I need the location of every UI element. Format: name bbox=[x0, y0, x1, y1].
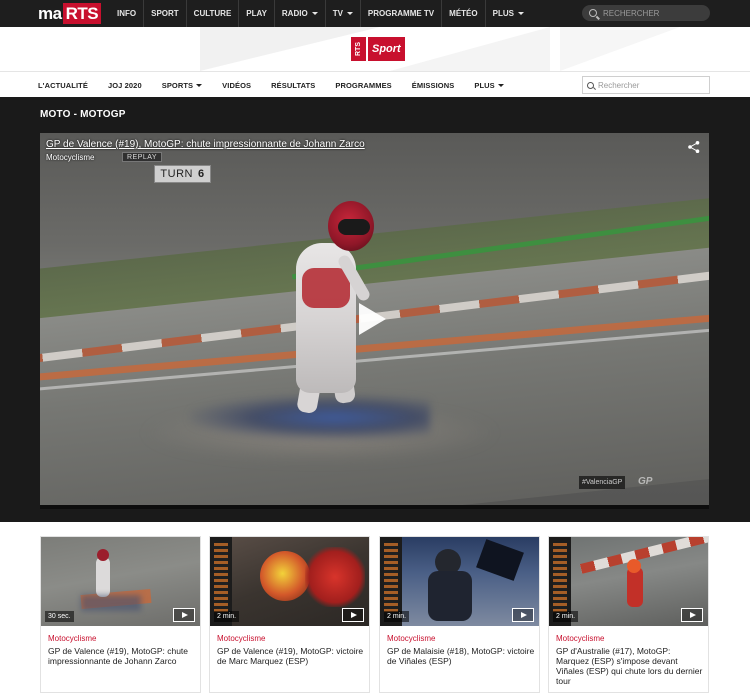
hashtag-overlay: #ValenciaGP bbox=[579, 476, 626, 489]
top-bar: ma RTS INFO SPORT CULTURE PLAY RADIO TV … bbox=[0, 0, 750, 27]
caret-down-icon bbox=[311, 12, 318, 16]
video-card[interactable]: 2 min. Motocyclisme GP de Malaisie (#18)… bbox=[379, 536, 540, 693]
card-title[interactable]: GP d'Australie (#17), MotoGP: Marquez (E… bbox=[556, 646, 704, 686]
nav-sports[interactable]: SPORTS bbox=[162, 81, 203, 90]
top-nav-play[interactable]: PLAY bbox=[238, 0, 274, 27]
sport-search-input[interactable] bbox=[598, 80, 708, 90]
card-title[interactable]: GP de Malaisie (#18), MotoGP: victoire d… bbox=[387, 646, 535, 666]
caret-down-icon bbox=[346, 12, 353, 16]
card-title[interactable]: GP de Valence (#19), MotoGP: chute impre… bbox=[48, 646, 196, 666]
top-nav-tv[interactable]: TV bbox=[324, 0, 360, 27]
video-thumbnail[interactable]: 2 min. bbox=[210, 537, 369, 626]
top-nav: INFO SPORT CULTURE PLAY RADIO TV PROGRAM… bbox=[110, 0, 531, 27]
video-card[interactable]: 2 min. Motocyclisme GP d'Australie (#17)… bbox=[548, 536, 709, 693]
related-videos: 30 sec. Motocyclisme GP de Valence (#19)… bbox=[40, 536, 709, 693]
play-video-icon[interactable] bbox=[173, 608, 195, 622]
sport-logo-sport: Sport bbox=[368, 37, 405, 61]
logo-rts-text: RTS bbox=[62, 3, 102, 24]
share-icon[interactable] bbox=[687, 140, 701, 154]
play-icon[interactable] bbox=[359, 303, 386, 335]
nav-actualite[interactable]: L'ACTUALITÉ bbox=[38, 81, 88, 90]
player-control-bar[interactable] bbox=[40, 505, 709, 509]
search-icon[interactable] bbox=[587, 81, 594, 89]
logo-ma-text: ma bbox=[38, 3, 62, 23]
caret-down-icon bbox=[497, 84, 504, 88]
video-duration: 2 min. bbox=[384, 611, 410, 622]
header-decoration bbox=[390, 27, 550, 71]
nav-programmes[interactable]: PROGRAMMES bbox=[335, 81, 391, 90]
top-nav-radio[interactable]: RADIO bbox=[273, 0, 325, 27]
sport-logo-rts: RTS bbox=[351, 37, 366, 61]
replay-badge: REPLAY bbox=[122, 152, 163, 162]
video-duration: 2 min. bbox=[553, 611, 579, 622]
card-title[interactable]: GP de Valence (#19), MotoGP: victoire de… bbox=[217, 646, 365, 666]
video-thumbnail[interactable]: 2 min. bbox=[380, 537, 539, 626]
video-duration: 30 sec. bbox=[45, 611, 74, 622]
video-thumbnail[interactable]: 2 min. bbox=[549, 537, 708, 626]
video-thumbnail[interactable]: 30 sec. bbox=[41, 537, 200, 626]
card-category[interactable]: Motocyclisme bbox=[217, 634, 265, 643]
nav-joj-2020[interactable]: JOJ 2020 bbox=[108, 81, 142, 90]
caret-down-icon bbox=[517, 12, 524, 16]
video-title[interactable]: GP de Valence (#19), MotoGP: chute impre… bbox=[46, 139, 365, 150]
card-category[interactable]: Motocyclisme bbox=[387, 634, 435, 643]
top-nav-info[interactable]: INFO bbox=[110, 0, 143, 27]
nav-emissions[interactable]: ÉMISSIONS bbox=[412, 81, 455, 90]
play-video-icon[interactable] bbox=[681, 608, 703, 622]
video-player[interactable]: TURN 6 REPLAY GP de Valence (#19), MotoGP… bbox=[40, 133, 709, 509]
video-duration: 2 min. bbox=[214, 611, 240, 622]
search-icon[interactable] bbox=[589, 9, 597, 17]
top-nav-sport[interactable]: SPORT bbox=[143, 0, 186, 27]
play-video-icon[interactable] bbox=[512, 608, 534, 622]
top-nav-meteo[interactable]: MÉTÉO bbox=[441, 0, 484, 27]
sport-header: RTS Sport bbox=[0, 27, 750, 71]
sport-nav: L'ACTUALITÉ JOJ 2020 SPORTS VIDÉOS RÉSUL… bbox=[0, 71, 750, 97]
header-decoration bbox=[560, 27, 680, 71]
top-nav-programme-tv[interactable]: PROGRAMME TV bbox=[359, 0, 441, 27]
video-section: MOTO - MOTOGP TURN 6 REPLAY GP de Valence… bbox=[0, 97, 750, 522]
nav-plus[interactable]: PLUS bbox=[474, 81, 504, 90]
ma-rts-logo[interactable]: ma RTS bbox=[38, 3, 102, 24]
turn-sign: TURN 6 bbox=[154, 165, 211, 183]
rts-sport-logo[interactable]: RTS Sport bbox=[351, 37, 405, 61]
section-title: MOTO - MOTOGP bbox=[40, 109, 126, 120]
video-card[interactable]: 2 min. Motocyclisme GP de Valence (#19),… bbox=[209, 536, 370, 693]
motogp-watermark: GP bbox=[638, 476, 653, 487]
nav-resultats[interactable]: RÉSULTATS bbox=[271, 81, 315, 90]
card-category[interactable]: Motocyclisme bbox=[48, 634, 96, 643]
sport-search-box bbox=[582, 76, 710, 94]
top-search-box bbox=[582, 5, 710, 21]
top-search-input[interactable] bbox=[603, 8, 703, 18]
top-nav-culture[interactable]: CULTURE bbox=[185, 0, 239, 27]
caret-down-icon bbox=[196, 84, 203, 88]
nav-videos[interactable]: VIDÉOS bbox=[222, 81, 251, 90]
top-nav-plus[interactable]: PLUS bbox=[484, 0, 531, 27]
video-category: Motocyclisme bbox=[46, 153, 95, 162]
video-card[interactable]: 30 sec. Motocyclisme GP de Valence (#19)… bbox=[40, 536, 201, 693]
card-category[interactable]: Motocyclisme bbox=[556, 634, 604, 643]
play-video-icon[interactable] bbox=[342, 608, 364, 622]
